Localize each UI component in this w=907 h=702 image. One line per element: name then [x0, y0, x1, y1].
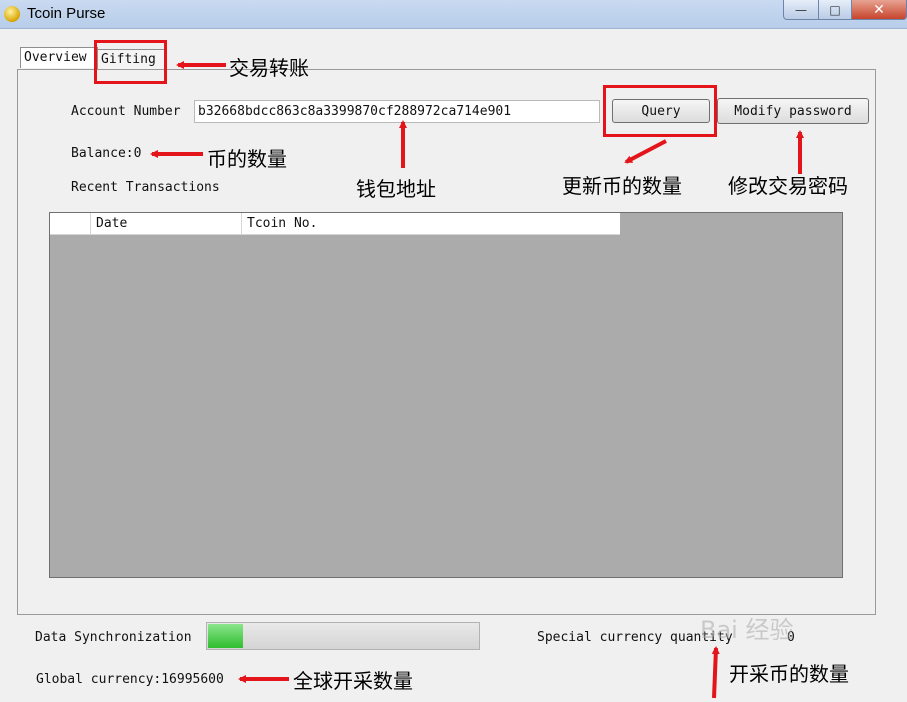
query-annotation: 更新币的数量	[562, 174, 682, 198]
gifting-annotation: 交易转账	[229, 56, 309, 80]
global-annotation: 全球开采数量	[293, 669, 413, 693]
annotation-arrows	[150, 61, 804, 699]
modify-annotation: 修改交易密码	[728, 174, 848, 198]
special-annotation: 开采币的数量	[729, 662, 849, 686]
query-arrow	[624, 139, 667, 164]
address-annotation: 钱包地址	[356, 177, 436, 201]
special-arrow	[711, 646, 720, 699]
balance-annotation: 币的数量	[207, 147, 287, 171]
